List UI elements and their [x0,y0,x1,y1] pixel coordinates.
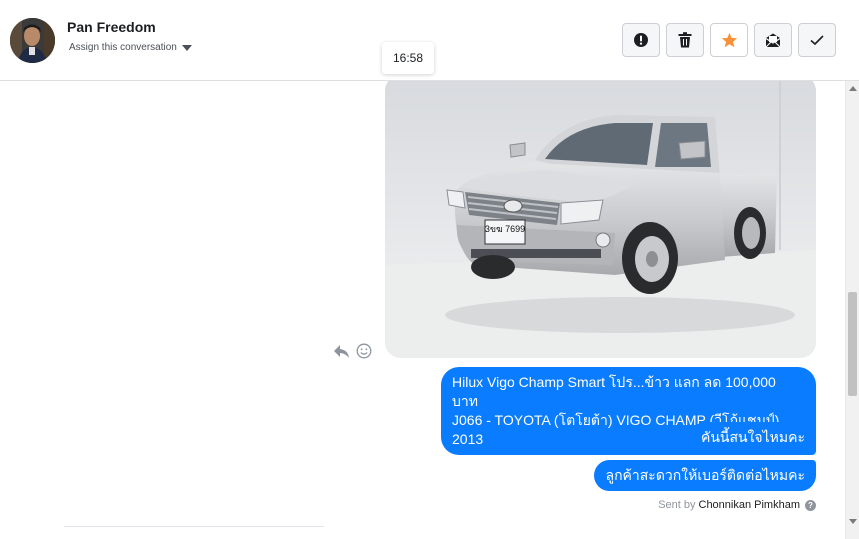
car-photo-attachment[interactable]: 3ขฆ 7699 [385,81,816,358]
emoji-react-icon[interactable] [356,343,372,359]
sent-by-label: Sent by Chonnikan Pimkham ? [658,499,816,511]
license-plate-text: 3ขฆ 7699 [485,224,525,234]
divider [64,526,324,527]
message-line: Hilux Vigo Champ Smart โปร...ข้าว แลก ลด… [452,374,776,409]
contact-name: Pan Freedom [67,19,156,35]
message-line: ลูกค้าสะดวกให้เบอร์ติดต่อไหมคะ [605,467,805,483]
caret-down-icon [181,45,192,51]
scrollbar[interactable] [845,81,859,539]
message-bubble[interactable]: ลูกค้าสะดวกให้เบอร์ติดต่อไหมคะ [594,460,816,491]
star-button[interactable] [710,23,748,57]
mark-unread-button[interactable] [754,23,792,57]
checkmark-icon [810,35,824,46]
message-tools [333,343,372,359]
assign-label: Assign this conversation [69,42,177,53]
sent-by-agent: Chonnikan Pimkham [698,499,801,511]
sent-by-prefix: Sent by [658,499,696,511]
mark-done-button[interactable] [798,23,836,57]
delete-button[interactable] [666,23,704,57]
mark-spam-button[interactable] [622,23,660,57]
star-icon [721,32,737,48]
conversation-actions [622,23,836,57]
message-line: คันนี้สนใจไหมคะ [700,429,805,445]
message-thread: 3ขฆ 7699 Hilux Vigo Champ Smart โปร...ข้… [0,81,845,539]
avatar[interactable] [10,18,55,63]
scroll-up-arrow-icon[interactable] [849,86,857,91]
reply-icon[interactable] [333,344,350,359]
envelope-icon [765,33,781,48]
scroll-down-arrow-icon[interactable] [849,519,857,524]
scrollbar-thumb[interactable] [848,292,857,396]
exclamation-circle-icon [634,33,648,47]
trash-icon [678,32,692,48]
assign-conversation-dropdown[interactable]: Assign this conversation [69,42,192,53]
timestamp-tooltip: 16:58 [382,42,434,74]
help-icon[interactable]: ? [805,499,816,511]
message-bubble[interactable]: คันนี้สนใจไหมคะ [689,422,816,453]
